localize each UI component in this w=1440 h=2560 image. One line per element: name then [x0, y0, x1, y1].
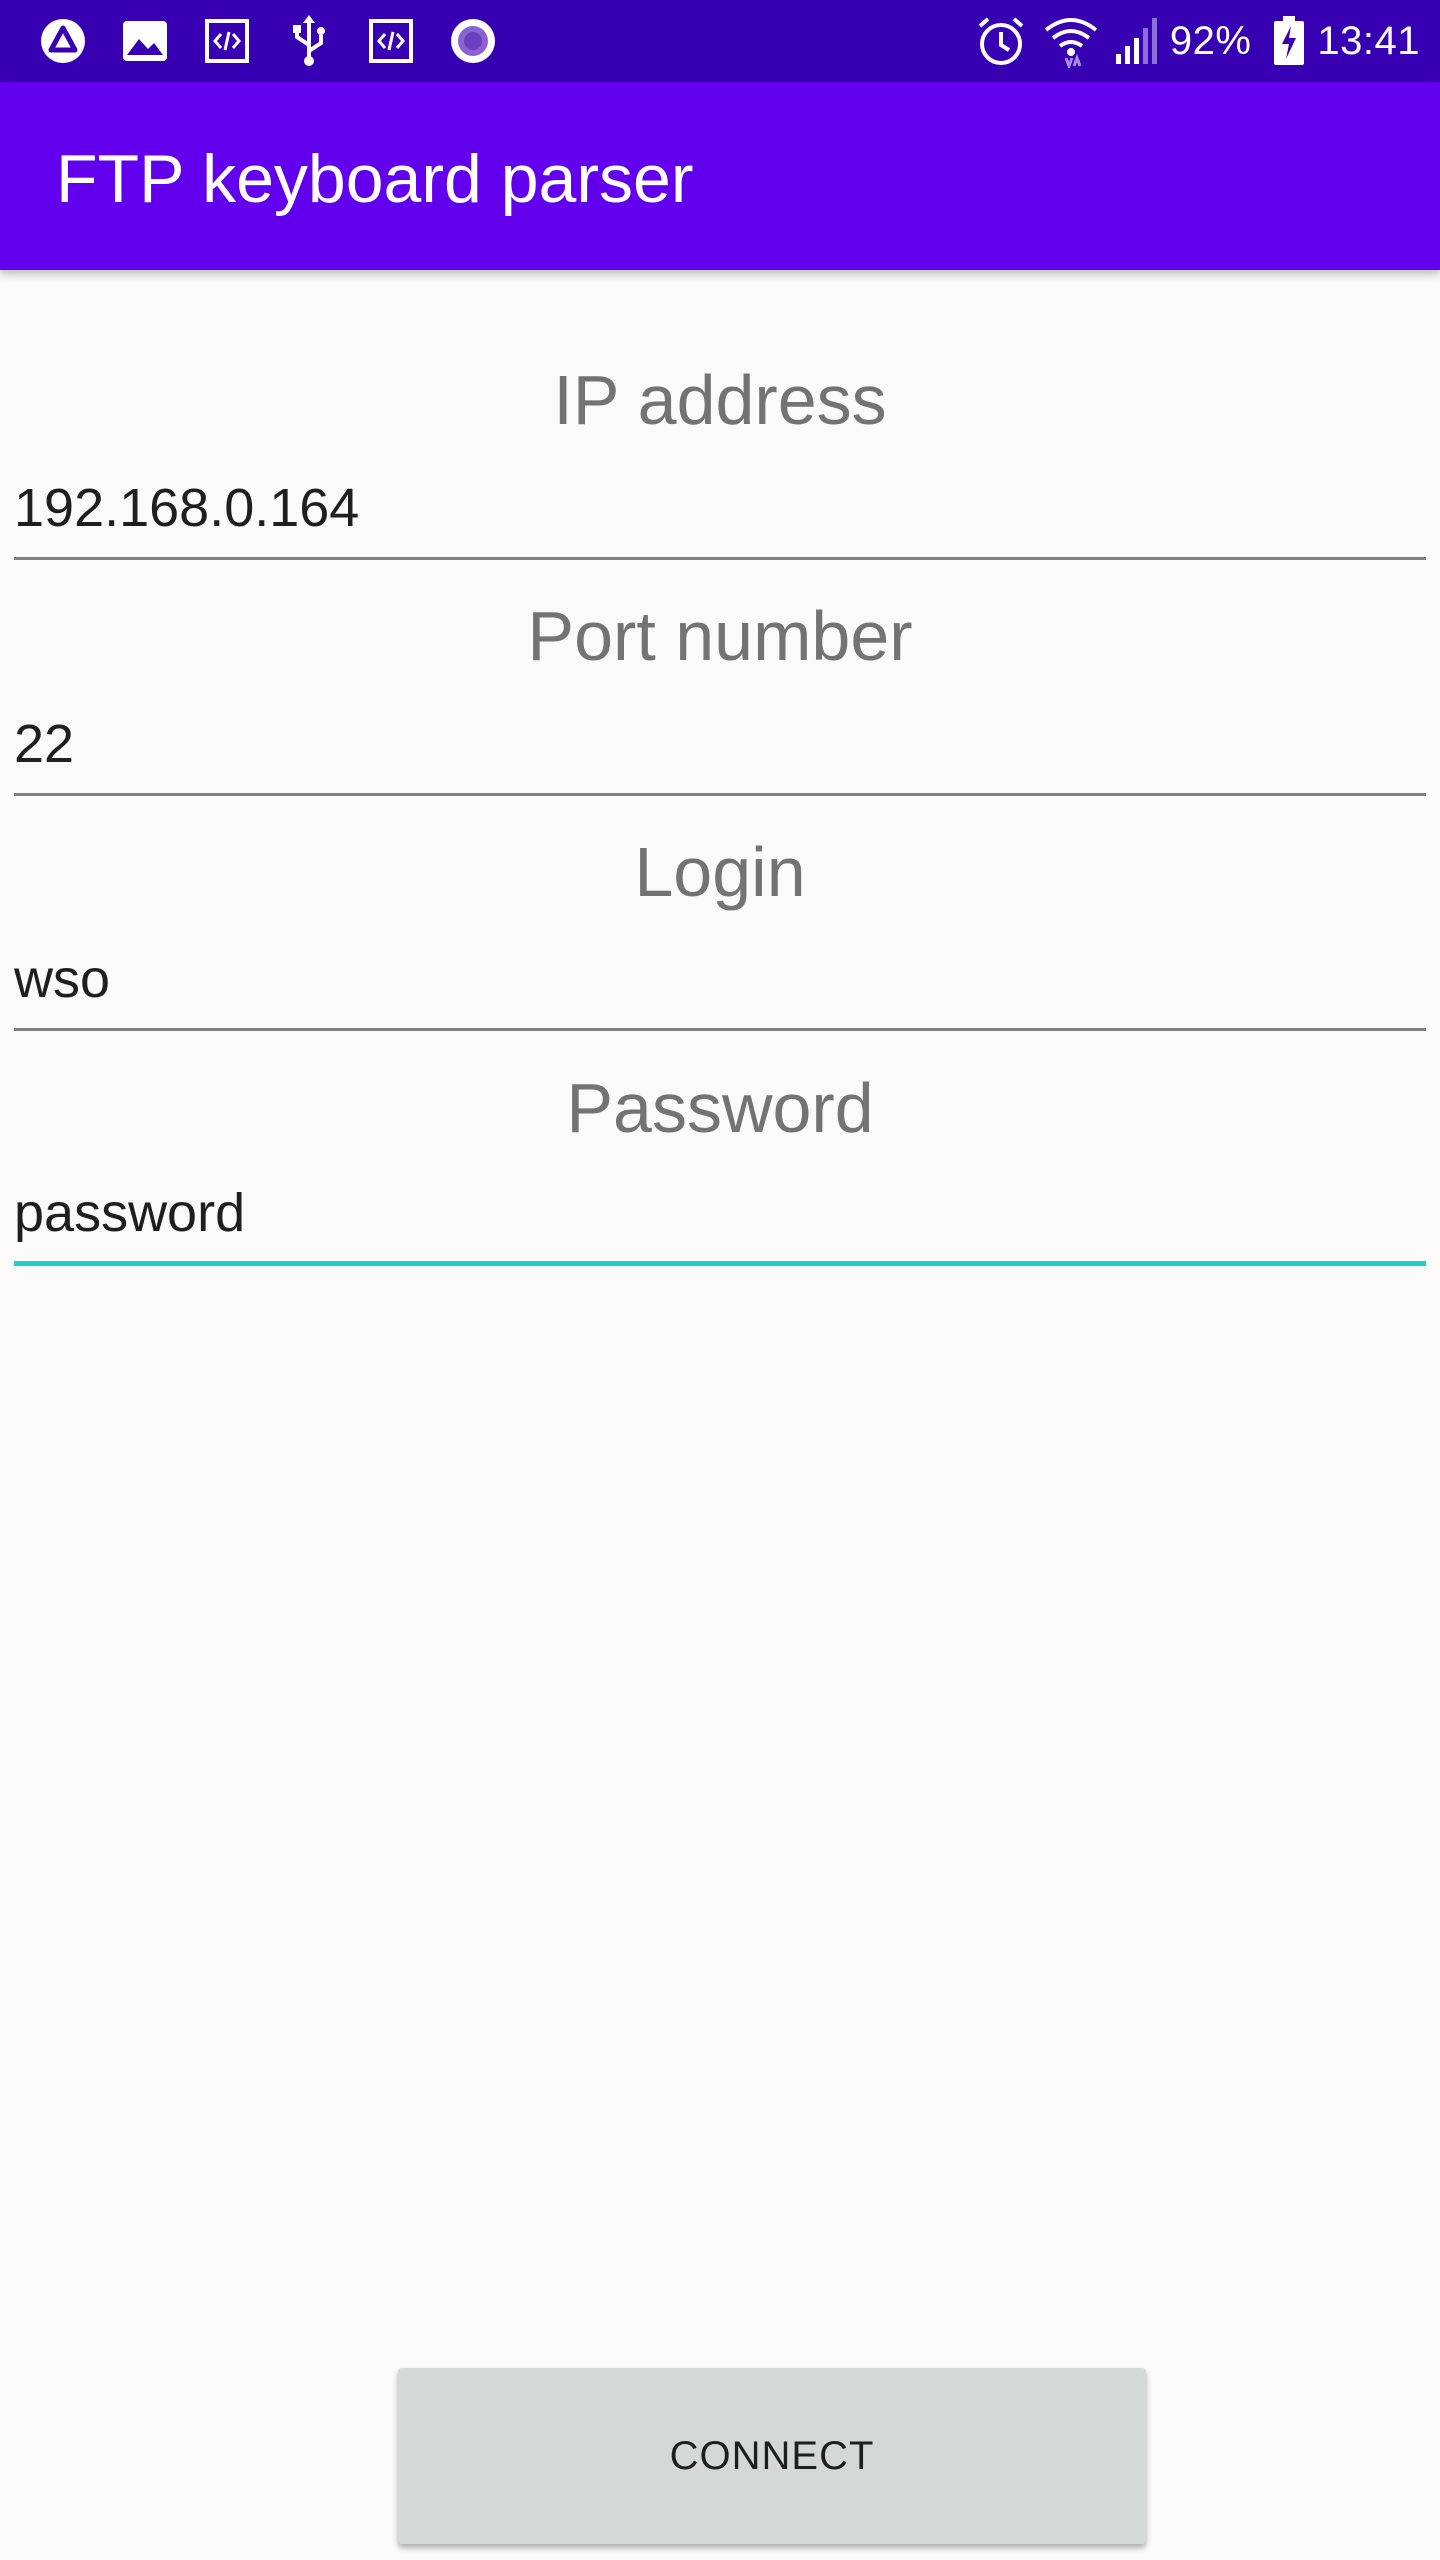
password-input[interactable]	[14, 1170, 1426, 1266]
wifi-icon	[1042, 14, 1100, 68]
connect-button[interactable]: CONNECT	[398, 2368, 1146, 2544]
usb-icon	[282, 14, 336, 68]
clock: 13:41	[1317, 18, 1420, 63]
login-label: Login	[634, 833, 806, 911]
status-indicators: 92% 13:41	[960, 0, 1420, 82]
password-label: Password	[566, 1069, 874, 1147]
signal-icon	[1114, 14, 1158, 68]
ip-address-input[interactable]	[14, 464, 1426, 560]
record-icon	[446, 14, 500, 68]
app-a-icon	[36, 14, 90, 68]
alarm-icon	[974, 14, 1028, 68]
app-bar: FTP keyboard parser	[0, 82, 1440, 270]
code-icon	[200, 14, 254, 68]
image-icon	[118, 14, 172, 68]
app-title: FTP keyboard parser	[56, 141, 694, 217]
battery-charging-icon	[1273, 14, 1305, 68]
notification-icons	[36, 14, 528, 68]
port-number-input[interactable]	[14, 700, 1426, 796]
ip-address-label: IP address	[553, 361, 887, 439]
battery-percent: 92%	[1169, 18, 1252, 63]
login-input[interactable]	[14, 935, 1426, 1031]
port-number-label: Port number	[527, 597, 913, 675]
status-bar: 92% 13:41	[0, 0, 1440, 82]
code-icon	[364, 14, 418, 68]
